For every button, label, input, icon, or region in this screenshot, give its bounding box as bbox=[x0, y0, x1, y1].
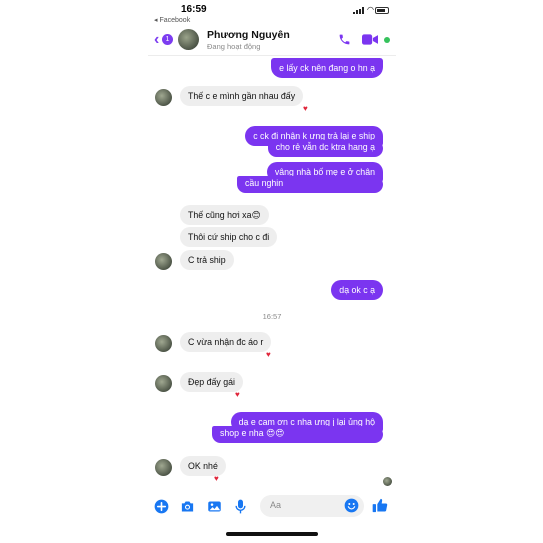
contact-avatar[interactable] bbox=[178, 29, 199, 50]
message-composer: Aa bbox=[148, 493, 396, 521]
phone-icon[interactable] bbox=[338, 33, 351, 46]
chevron-left-icon[interactable]: ‹ bbox=[154, 32, 159, 48]
seen-indicator bbox=[383, 477, 392, 486]
camera-icon[interactable] bbox=[180, 499, 195, 514]
plus-circle-icon[interactable] bbox=[154, 499, 169, 514]
heart-icon: ♥ bbox=[266, 350, 271, 359]
status-time: 16:59 bbox=[181, 4, 207, 15]
wifi-icon: ◠ bbox=[367, 5, 374, 14]
microphone-icon[interactable] bbox=[234, 499, 247, 514]
message-list: e lấy ck nên đang o hn ạ Thế c e mình gầ… bbox=[148, 56, 396, 488]
image-icon[interactable] bbox=[207, 499, 222, 514]
avatar bbox=[155, 89, 172, 106]
signal-icon bbox=[353, 7, 365, 14]
status-bar: 16:59 ◂ Facebook ◠ bbox=[148, 0, 396, 26]
message-bubble[interactable]: Đẹp đấy gái bbox=[180, 372, 243, 392]
home-indicator[interactable] bbox=[226, 532, 318, 536]
avatar bbox=[155, 459, 172, 476]
avatar bbox=[155, 253, 172, 270]
heart-icon: ♥ bbox=[303, 104, 308, 113]
message-bubble[interactable]: shop e nha 😍😍 bbox=[212, 426, 383, 443]
message-bubble[interactable]: Thế cũng hơi xa😊 bbox=[180, 205, 269, 225]
message-bubble[interactable]: OK nhé bbox=[180, 456, 226, 476]
online-indicator bbox=[384, 37, 390, 43]
message-bubble[interactable]: e lấy ck nên đang o hn ạ bbox=[271, 58, 383, 78]
heart-icon: ♥ bbox=[235, 390, 240, 399]
heart-icon: ♥ bbox=[214, 474, 219, 483]
contact-status: Đang hoạt động bbox=[207, 42, 261, 51]
message-bubble[interactable]: cầu nghin bbox=[237, 176, 383, 193]
message-bubble[interactable]: C trả ship bbox=[180, 250, 234, 270]
message-input[interactable]: Aa bbox=[260, 495, 364, 517]
time-separator: 16:57 bbox=[262, 312, 282, 321]
conversation-header: ‹ 1 Phương Nguyên Đang hoạt động bbox=[148, 26, 396, 56]
input-placeholder: Aa bbox=[270, 500, 282, 510]
message-bubble[interactable]: dạ ok c ạ bbox=[331, 280, 383, 300]
back-to-app-link[interactable]: ◂ Facebook bbox=[154, 16, 190, 24]
message-bubble[interactable]: cho rẻ vẫn dc ktra hang ạ bbox=[267, 140, 383, 157]
emoji-icon[interactable] bbox=[344, 498, 359, 513]
message-bubble[interactable]: Thôi cứ ship cho c đi bbox=[180, 227, 278, 247]
thumbs-up-icon[interactable] bbox=[372, 497, 388, 514]
contact-name[interactable]: Phương Nguyên bbox=[207, 29, 290, 41]
message-bubble[interactable]: C vừa nhận đc áo r bbox=[180, 332, 272, 352]
avatar bbox=[155, 375, 172, 392]
unread-badge: 1 bbox=[162, 34, 173, 45]
messenger-screen: 16:59 ◂ Facebook ◠ ‹ 1 Phương Nguyên Đan… bbox=[148, 0, 396, 543]
video-camera-icon[interactable] bbox=[362, 34, 378, 45]
battery-icon bbox=[375, 7, 389, 14]
message-bubble[interactable]: Thế c e mình gần nhau đấy bbox=[180, 86, 304, 106]
avatar bbox=[155, 335, 172, 352]
